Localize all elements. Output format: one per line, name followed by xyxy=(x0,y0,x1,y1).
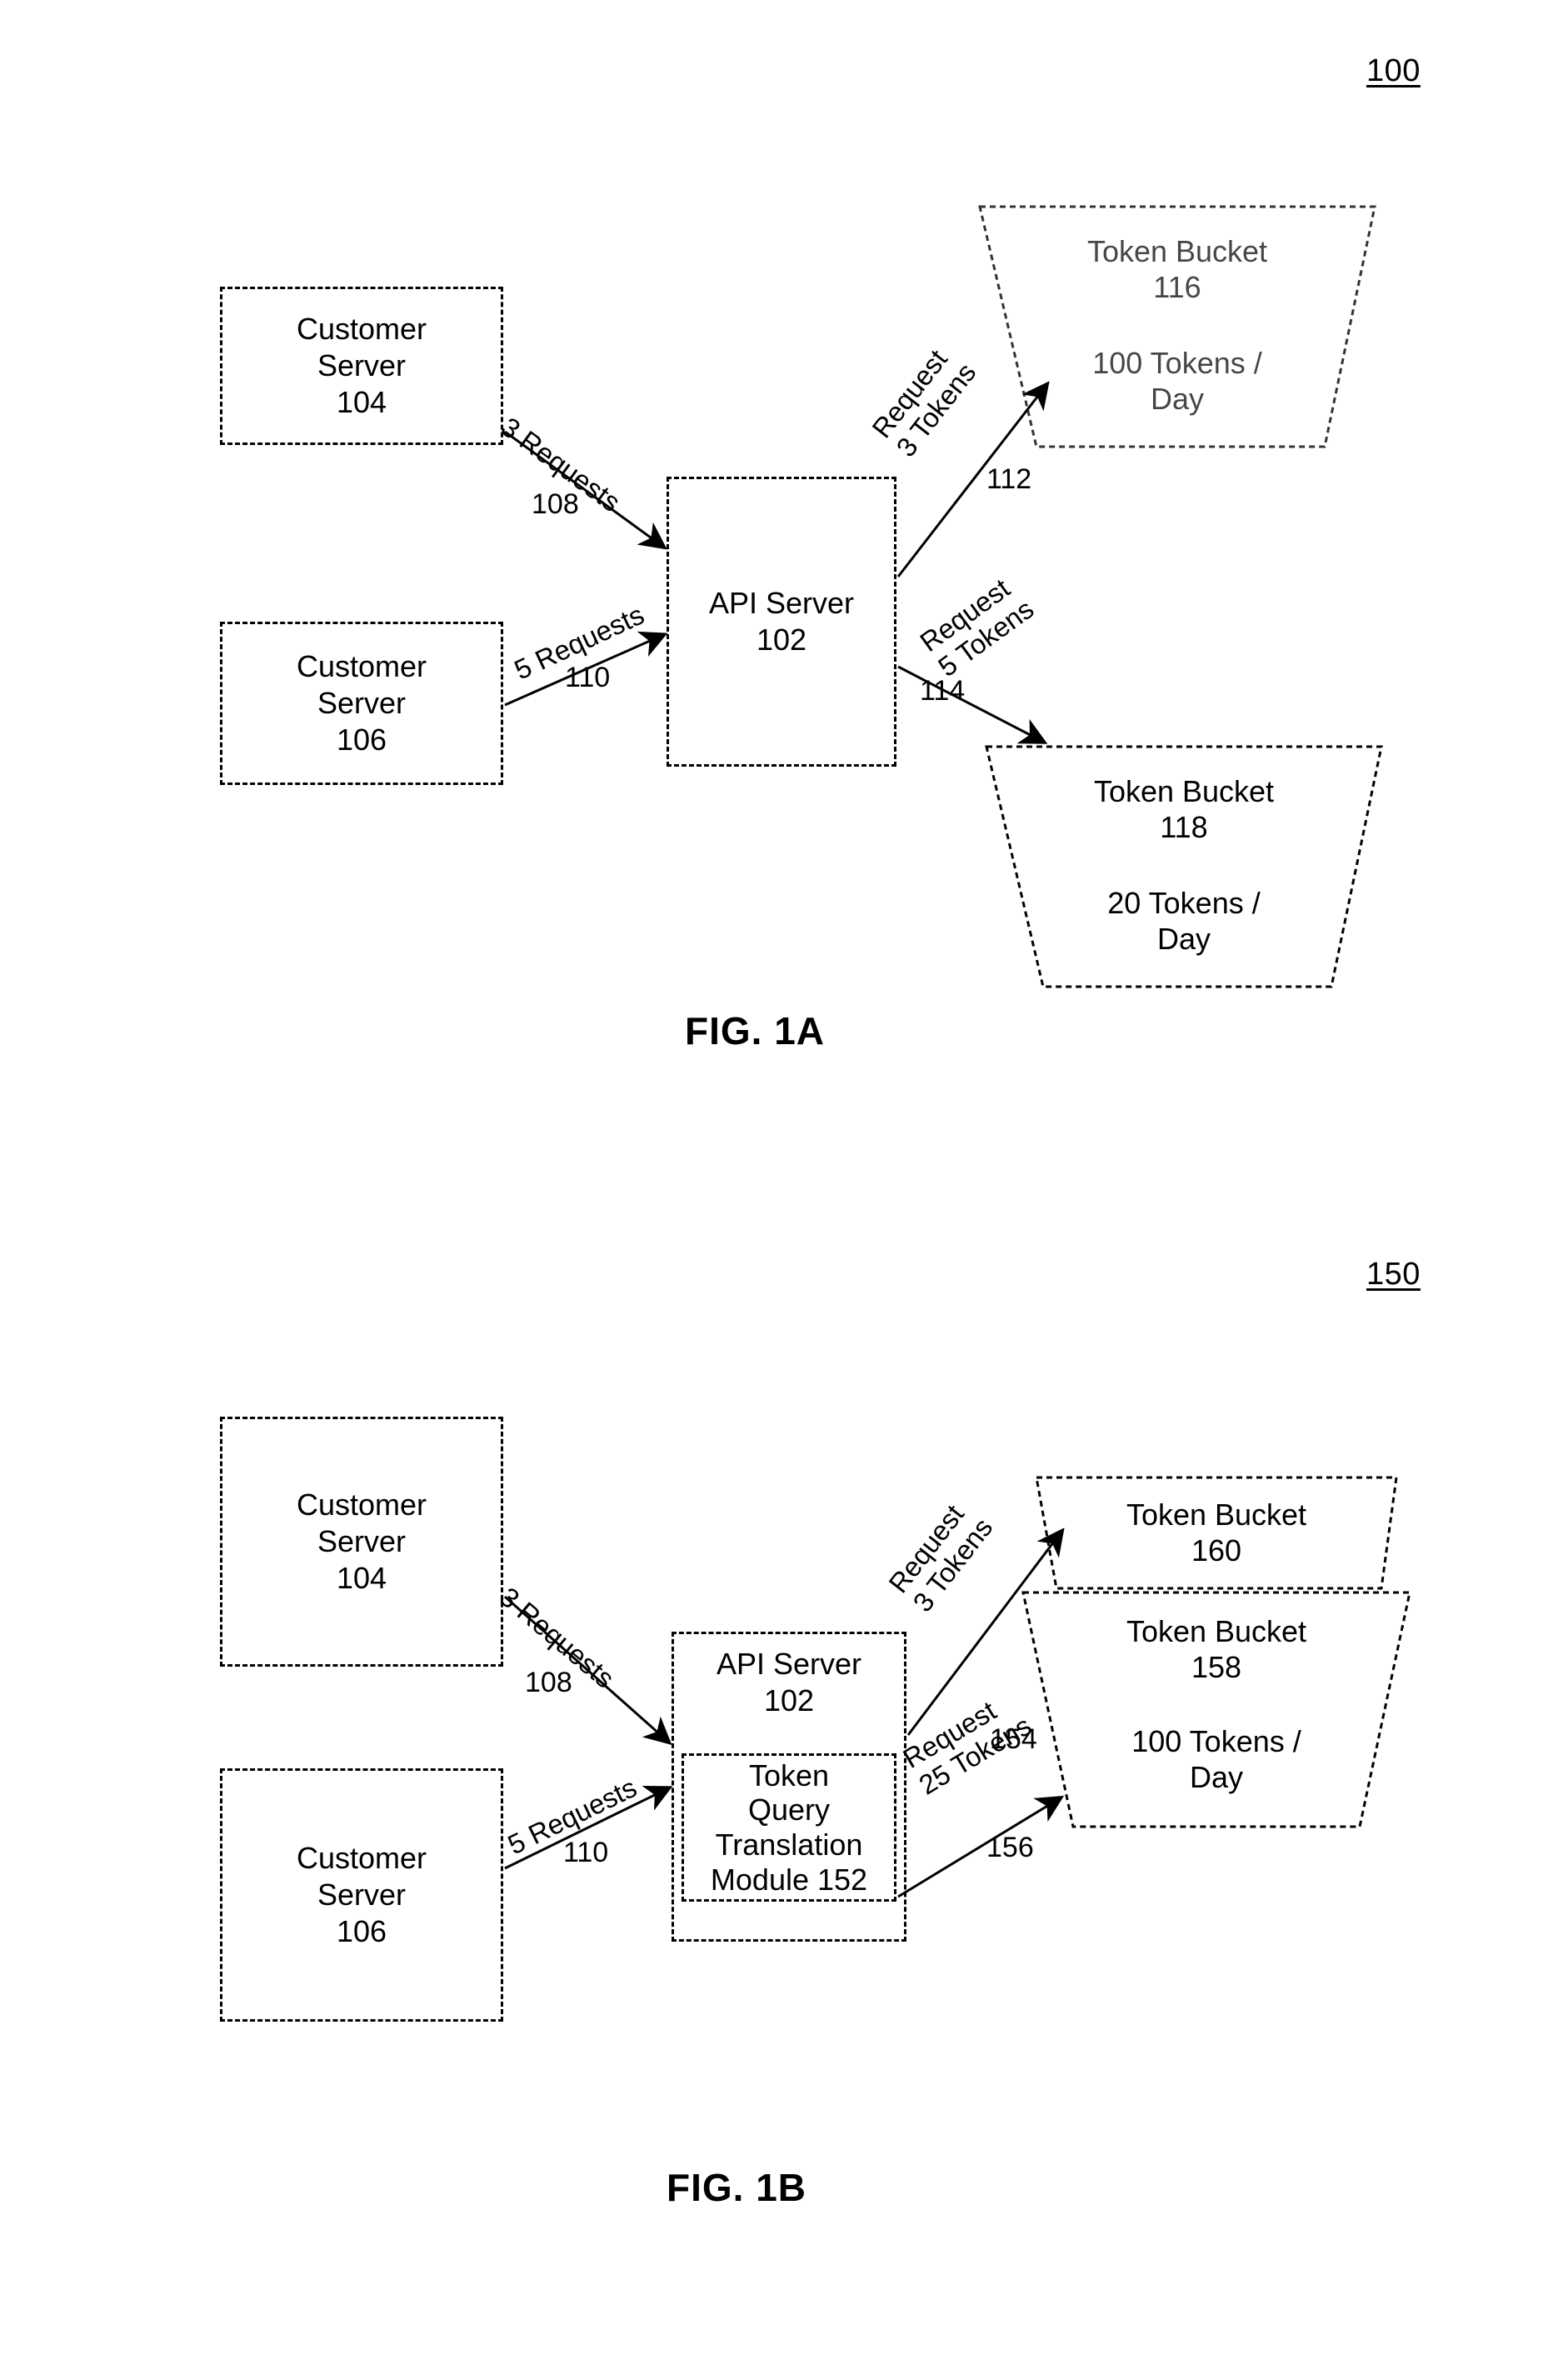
edge-112-label: Request 3 Tokens xyxy=(866,343,982,462)
customer-server-104-label-1b: Customer Server 104 xyxy=(296,1488,427,1595)
edge-156-label: Request 25 Tokens xyxy=(897,1694,1037,1801)
customer-server-106-box: Customer Server 106 xyxy=(220,622,503,785)
token-bucket-116-shape xyxy=(978,205,1376,448)
api-server-102-label-1b: API Server 102 xyxy=(716,1647,862,1718)
edge-154-label: Request 3 Tokens xyxy=(882,1498,999,1618)
edge-108-numeral: 108 xyxy=(532,488,579,520)
token-bucket-118-shape xyxy=(985,745,1383,988)
customer-server-104-box: Customer Server 104 xyxy=(220,287,503,445)
token-bucket-118: Token Bucket 118 20 Tokens / Day xyxy=(983,742,1385,992)
edge-112-numeral: 112 xyxy=(986,463,1032,495)
customer-server-106-label-1b: Customer Server 106 xyxy=(296,1841,427,1948)
token-query-translation-module-152-box: Token Query Translation Module 152 xyxy=(682,1753,896,1902)
customer-server-106-label: Customer Server 106 xyxy=(296,649,427,757)
customer-server-106-box-1b: Customer Server 106 xyxy=(220,1768,503,2022)
token-bucket-160: Token Bucket 160 xyxy=(1033,1473,1400,1592)
edge-114-label: Request 5 Tokens xyxy=(914,572,1040,683)
api-server-102-label: API Server 102 xyxy=(708,586,855,657)
figure-1b-caption: FIG. 1B xyxy=(667,2166,807,2209)
token-query-translation-module-152-label: Token Query Translation Module 152 xyxy=(710,1758,868,1897)
figure-1a-caption: FIG. 1A xyxy=(685,1009,826,1052)
edge-156-numeral: 156 xyxy=(986,1832,1034,1863)
customer-server-104-label: Customer Server 104 xyxy=(296,312,427,419)
edge-110-numeral-1b: 110 xyxy=(563,1837,609,1868)
edge-108-numeral-1b: 108 xyxy=(525,1667,572,1698)
token-bucket-158-shape xyxy=(1021,1591,1411,1828)
customer-server-104-box-1b: Customer Server 104 xyxy=(220,1417,503,1667)
edge-110-numeral: 110 xyxy=(565,662,611,693)
figure-1a-reference-numeral: 100 xyxy=(1366,53,1421,88)
token-bucket-160-shape xyxy=(1035,1476,1398,1590)
api-server-102-box: API Server 102 xyxy=(667,477,896,767)
edge-114-numeral: 114 xyxy=(920,675,966,707)
token-bucket-116: Token Bucket 116 100 Tokens / Day xyxy=(976,202,1378,452)
token-bucket-158: Token Bucket 158 100 Tokens / Day xyxy=(1020,1588,1413,1830)
figure-1b-reference-numeral: 150 xyxy=(1366,1257,1421,1292)
